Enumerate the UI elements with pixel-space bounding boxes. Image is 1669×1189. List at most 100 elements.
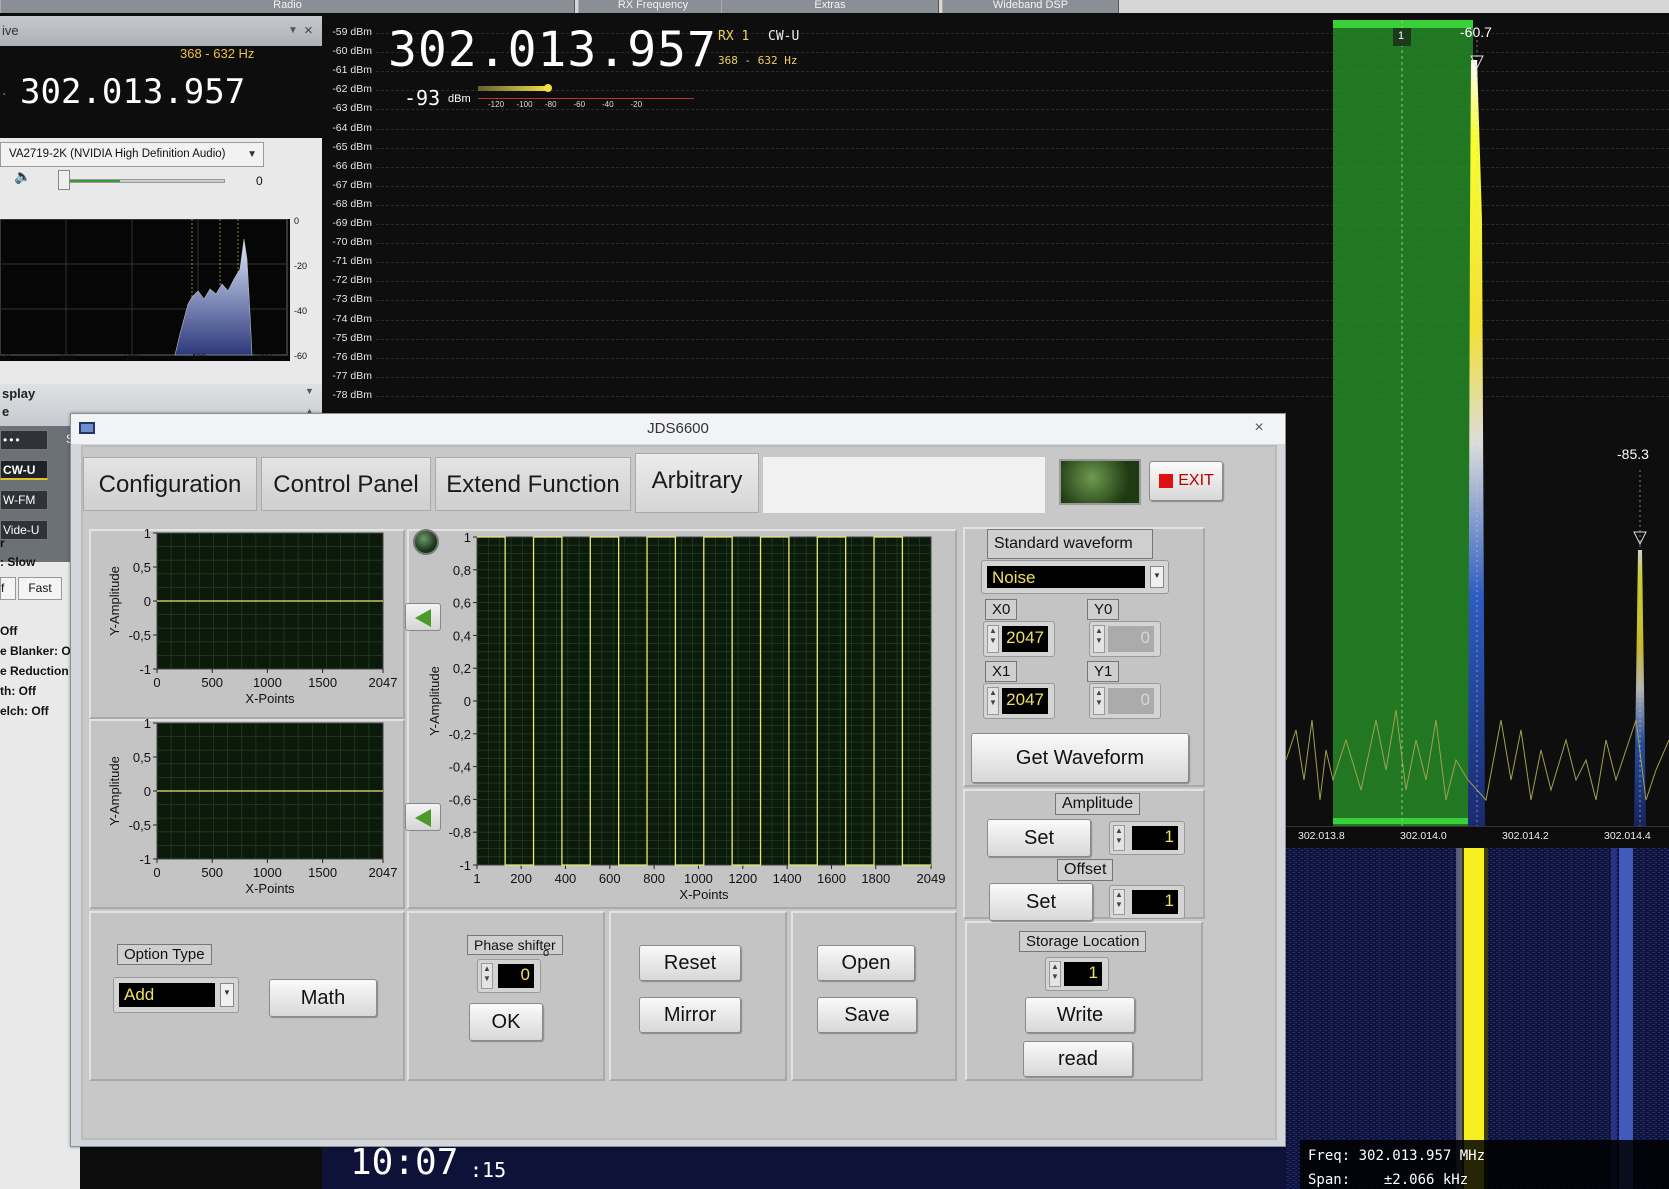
status-line: elch: Off: [0, 704, 49, 718]
offset-set-button[interactable]: Set: [989, 883, 1093, 921]
stepper-arrows-icon[interactable]: ▲ ▼: [987, 625, 999, 653]
ok-button[interactable]: OK: [469, 1003, 543, 1041]
open-button[interactable]: Open: [817, 945, 915, 981]
storage-location-stepper[interactable]: ▲ ▼ 1: [1045, 957, 1109, 991]
get-waveform-button[interactable]: Get Waveform: [971, 733, 1189, 783]
dbm-tick: -71 dBm: [332, 255, 372, 268]
main-waveform-plot[interactable]: 1 200 400 600 800 1000 1200 1400 1600 1800 204910,…: [407, 527, 957, 917]
standard-waveform-select[interactable]: Noise ▼: [981, 560, 1169, 594]
y1-value: 0: [1108, 688, 1154, 714]
x0-label: X0: [985, 599, 1018, 620]
copy-to-top-button[interactable]: [405, 603, 441, 631]
phase-shifter-stepper[interactable]: ▲ ▼ 0: [477, 959, 541, 993]
agc-off-button[interactable]: f: [0, 577, 16, 600]
stepper-arrows-icon[interactable]: ▲ ▼: [1113, 889, 1125, 915]
chevron-down-icon[interactable]: ▼: [305, 386, 314, 396]
tab-rx-frequency[interactable]: RX Frequency: [578, 0, 728, 13]
passband-marker[interactable]: 1: [1398, 30, 1404, 42]
standard-waveform-value: Noise: [987, 566, 1145, 588]
smeter-unit: dBm: [448, 93, 471, 105]
stop-icon: [1159, 474, 1173, 488]
y-axis-label: Y-Amplitude: [107, 566, 122, 636]
y-tick-label: 1: [144, 717, 151, 731]
dbm-tick: -62 dBm: [332, 83, 372, 96]
mirror-button[interactable]: Mirror: [639, 997, 741, 1033]
write-button[interactable]: Write: [1025, 997, 1135, 1033]
y-axis-label: Y-Amplitude: [107, 756, 122, 826]
menu-dots-button[interactable]: •••: [0, 430, 48, 450]
section-label[interactable]: e: [2, 404, 9, 419]
smeter-tick: -40: [602, 100, 614, 109]
smeter-indicator: [544, 84, 552, 92]
volume-slider[interactable]: [60, 179, 225, 183]
mode-button-cw-u[interactable]: CW-U: [0, 460, 48, 480]
amplitude-set-button[interactable]: Set: [987, 819, 1091, 857]
info-span-label: Span:: [1308, 1172, 1351, 1188]
offset-stepper[interactable]: ▲ ▼ 1: [1109, 885, 1185, 919]
tab-extend-function[interactable]: Extend Function: [435, 457, 631, 511]
tab-radio[interactable]: Radio: [0, 0, 575, 13]
mode-button-vide-u[interactable]: Vide-U: [0, 520, 48, 540]
tab-extras[interactable]: Extras: [721, 0, 939, 13]
close-icon[interactable]: ×: [304, 16, 313, 46]
y-tick-label: -0,5: [129, 818, 151, 833]
x-tick-label: 600: [599, 871, 621, 886]
option-type-select[interactable]: Add ▼: [113, 977, 239, 1013]
x-tick-label: 800: [643, 871, 665, 886]
mode-buttons: ••• S CW-U W-FM Vide-U: [0, 426, 80, 562]
stepper-arrows-icon[interactable]: ▲ ▼: [987, 687, 999, 715]
panel-title-bar[interactable]: ive ▼ ×: [0, 16, 322, 46]
y-tick-label: -1: [139, 852, 151, 867]
small-plot-top[interactable]: 0 500 1000 1500 2047 1 0,5 0 -0,5 -1 X-Points Y-Amp…: [83, 527, 405, 717]
waterfall[interactable]: [1286, 848, 1669, 1189]
frequency-axis: 302.013.8 302.014.0 302.014.2 302.014.4: [1286, 826, 1669, 844]
x0-value: 2047: [1002, 626, 1048, 652]
x0-stepper[interactable]: ▲ ▼ 2047: [983, 621, 1055, 657]
amplitude-stepper[interactable]: ▲ ▼ 1: [1109, 821, 1185, 855]
audio-device-select[interactable]: VA2719-2K (NVIDIA High Definition Audio)…: [0, 142, 264, 167]
volume-slider-handle[interactable]: [58, 170, 70, 190]
x-tick-label: 1400: [773, 871, 802, 886]
y-tick-label: -0,4: [449, 760, 471, 775]
dbm-tick: -75 dBm: [332, 331, 372, 344]
read-button[interactable]: read: [1023, 1041, 1133, 1077]
freq-tick: 302.014.2: [1502, 830, 1549, 842]
small-plot-bottom[interactable]: 0 500 1000 1500 2047 1 0,5 0 -0,5 -1 X-Points Y-Amp…: [83, 717, 405, 907]
dbm-tick: -63 dBm: [332, 102, 372, 115]
freq-tick: 302.014.4: [1604, 830, 1651, 842]
dropdown-icon[interactable]: ▼: [288, 16, 298, 46]
display-section-label[interactable]: splay: [2, 386, 35, 401]
dbm-tick: -68 dBm: [332, 197, 372, 210]
tab-control-panel[interactable]: Control Panel: [261, 457, 431, 511]
tab-wideband-dsp[interactable]: Wideband DSP: [942, 0, 1119, 13]
exit-button[interactable]: EXIT: [1149, 461, 1223, 501]
y-tick-label: 0,5: [133, 750, 151, 765]
stepper-arrows-icon[interactable]: ▲ ▼: [481, 963, 493, 989]
volume-value: 0: [256, 174, 263, 188]
phase-shifter-value: 0: [498, 964, 534, 988]
tab-configuration[interactable]: Configuration: [83, 457, 257, 511]
window-title-bar[interactable]: JDS6600 ×: [71, 414, 1285, 444]
math-button[interactable]: Math: [269, 979, 377, 1017]
reset-button[interactable]: Reset: [639, 945, 741, 981]
x1-stepper[interactable]: ▲ ▼ 2047: [983, 683, 1055, 719]
offset-label: Offset: [1057, 859, 1114, 881]
close-button[interactable]: ×: [1241, 418, 1277, 438]
save-button[interactable]: Save: [817, 997, 917, 1033]
x1-value: 2047: [1002, 688, 1048, 714]
y-tick-label: 0,8: [453, 563, 471, 578]
speaker-icon[interactable]: 🔈: [14, 168, 31, 185]
vfo-frequency[interactable]: 302.013.957: [20, 72, 245, 112]
copy-to-bottom-button[interactable]: [405, 803, 441, 831]
y1-stepper: ▲ ▼ 0: [1089, 683, 1161, 719]
stepper-arrows-icon[interactable]: ▲ ▼: [1113, 825, 1125, 851]
agc-fast-button[interactable]: Fast: [18, 577, 62, 600]
tab-arbitrary[interactable]: Arbitrary: [635, 453, 759, 513]
x1-label: X1: [985, 661, 1018, 682]
x-axis-label: X-Points: [679, 887, 729, 902]
audio-spectrum-plot: [0, 219, 288, 356]
stepper-arrows-icon[interactable]: ▲ ▼: [1049, 961, 1061, 987]
mode-button-w-fm[interactable]: W-FM: [0, 490, 48, 510]
smeter-tick: -100: [516, 100, 533, 109]
y-tick-label: 0: [144, 784, 151, 799]
